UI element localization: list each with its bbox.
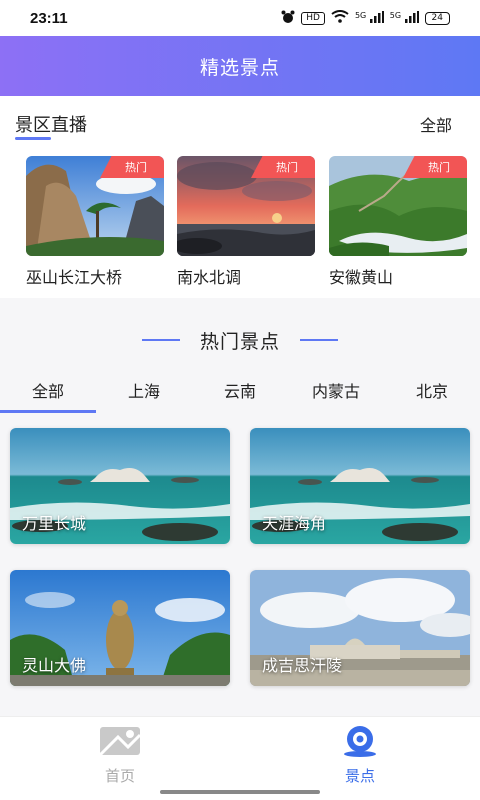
divider-line: [141, 339, 180, 341]
status-time: 23:11: [30, 9, 68, 27]
live-all-link[interactable]: 全部: [420, 112, 452, 136]
live-card-nanshui[interactable]: 热门 南水北调: [177, 156, 315, 288]
nav-home-label: 首页: [104, 767, 135, 785]
status-bar: 23:11 HD 5G 5G 24: [0, 0, 480, 36]
tab-all[interactable]: 全部: [0, 368, 96, 412]
live-card-wushan[interactable]: 热门 巫山长江大桥: [26, 156, 164, 288]
spot-card-lingshan[interactable]: 灵山大佛: [10, 570, 230, 686]
hot-section-title: 热门景点: [199, 330, 280, 353]
signal-5g-icon: 5G: [355, 10, 384, 26]
hot-section-title-row: 热门景点: [0, 318, 480, 362]
region-tabs: 全部 上海 云南 内蒙古 北京: [0, 368, 480, 414]
spot-card-name: 灵山大佛: [22, 656, 87, 675]
tab-inner-mongolia[interactable]: 内蒙古: [288, 368, 384, 412]
live-card-huangshan[interactable]: 热门 安徽黄山: [329, 156, 467, 288]
live-thumbnail: 热门: [329, 156, 467, 256]
alarm-icon: [281, 10, 295, 27]
live-title-underline: [15, 137, 51, 140]
hd-icon: HD: [301, 11, 325, 25]
nav-spots-label: 景点: [344, 767, 375, 785]
spot-card-name: 万里长城: [22, 514, 87, 533]
live-thumbnail: 热门: [26, 156, 164, 256]
page-header: 精选景点: [0, 36, 480, 96]
bottom-nav: 首页 景点: [0, 716, 480, 800]
live-thumbnail: 热门: [177, 156, 315, 256]
page-title: 精选景点: [199, 56, 280, 79]
spot-card-tianya[interactable]: 天涯海角: [250, 428, 470, 544]
tab-beijing[interactable]: 北京: [384, 368, 480, 412]
spot-card-great-wall[interactable]: 万里长城: [10, 428, 230, 544]
live-card-name: 南水北调: [177, 268, 242, 287]
live-list: 热门 巫山长江大桥 热门 南水北调 热门 安徽黄山: [0, 148, 480, 298]
wifi-icon: [331, 10, 349, 26]
nav-spots[interactable]: 景点: [310, 725, 410, 786]
live-section-header: 景区直播 全部: [0, 96, 480, 148]
tab-yunnan[interactable]: 云南: [192, 368, 288, 412]
camera-icon: [340, 725, 380, 761]
live-section-title: 景区直播: [15, 115, 87, 136]
tab-shanghai[interactable]: 上海: [96, 368, 192, 412]
live-card-name: 安徽黄山: [329, 268, 394, 287]
tab-indicator: [0, 410, 96, 413]
spot-card-name: 成吉思汗陵: [262, 656, 343, 675]
battery-icon: 24: [424, 11, 450, 25]
divider-line: [300, 339, 338, 341]
spot-card-name: 天涯海角: [262, 514, 327, 533]
home-map-icon: [98, 725, 142, 761]
nav-home[interactable]: 首页: [70, 725, 170, 786]
spot-card-genghis[interactable]: 成吉思汗陵: [250, 570, 470, 686]
status-icons: HD 5G 5G 24: [281, 10, 450, 27]
home-indicator: [160, 790, 320, 794]
live-card-name: 巫山长江大桥: [26, 268, 123, 287]
signal-5g-icon: 5G: [390, 10, 419, 26]
